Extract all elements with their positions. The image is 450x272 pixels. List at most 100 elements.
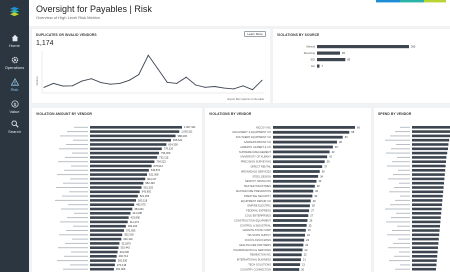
vendor-bar[interactable] [273,253,302,257]
spend-bar[interactable] [412,134,450,138]
spend-bar[interactable] [412,177,445,181]
vendor-bar[interactable] [273,170,320,173]
spend-bar[interactable] [412,246,438,249]
spend-bar[interactable] [412,156,447,159]
source-bar[interactable] [317,51,340,55]
vendor-bar[interactable] [273,248,303,252]
amount-bar[interactable] [90,138,171,142]
amount-bar[interactable] [90,255,117,258]
amount-bar[interactable] [90,199,136,202]
spend-bar[interactable] [412,138,450,142]
vendor-bar[interactable] [273,228,306,232]
vendor-bar[interactable] [273,268,300,271]
spend-bar[interactable] [412,216,441,219]
amount-bar[interactable] [90,216,129,219]
spend-bar[interactable] [412,151,448,155]
spend-bar[interactable] [412,126,450,129]
vendor-bar[interactable] [273,224,307,227]
spend-bar[interactable] [412,233,440,237]
vendor-bar[interactable] [273,243,304,247]
amount-bar[interactable] [90,134,176,138]
amount-bar[interactable] [90,203,135,206]
amount-bar[interactable] [90,130,180,133]
amount-bar[interactable] [90,143,167,146]
amount-bar[interactable] [90,220,128,224]
spend-bar[interactable] [412,250,438,254]
amount-bar[interactable] [90,190,140,194]
amount-bar[interactable] [90,156,158,159]
spend-bar[interactable] [412,263,437,267]
vendor-bar[interactable] [273,199,311,203]
amount-bar[interactable] [90,194,138,198]
amount-bar[interactable] [90,250,118,254]
source-bar[interactable] [317,64,320,68]
nav-risk[interactable]: Risk [0,78,29,100]
spend-bar[interactable] [412,194,443,198]
vendor-bar[interactable] [273,258,301,262]
vendor-bar[interactable] [273,135,343,139]
amount-bar[interactable] [90,169,149,172]
nav-value[interactable]: $ Value [0,100,29,122]
spend-bar[interactable] [412,160,446,163]
vendor-bar[interactable] [273,175,319,178]
vendor-bar[interactable] [273,194,313,198]
spend-bar[interactable] [412,259,437,262]
nav-home[interactable]: Home [0,34,29,56]
vendor-bar[interactable] [273,140,337,144]
amount-bar[interactable] [90,126,182,129]
app-logo-icon[interactable] [9,6,20,17]
amount-bar[interactable] [90,164,152,168]
vendor-bar[interactable] [273,219,308,222]
source-bar[interactable] [317,58,346,62]
amount-bar[interactable] [90,229,125,232]
spend-bar[interactable] [412,173,445,176]
source-bar[interactable] [317,45,409,49]
amount-bar[interactable] [90,263,115,267]
spend-bar[interactable] [412,143,449,146]
spend-bar[interactable] [412,203,442,206]
nav-operations[interactable]: Operations [0,56,29,78]
amount-bar[interactable] [90,233,123,237]
amount-bar[interactable] [90,259,116,262]
amount-bar[interactable] [90,177,146,181]
vendor-bar[interactable] [273,155,328,159]
spend-bar[interactable] [412,237,439,241]
amount-bar[interactable] [90,186,142,189]
export-note[interactable]: Export filter options on the table [228,98,264,101]
spend-bar[interactable] [412,267,436,271]
vendor-bar[interactable] [273,130,350,134]
vendor-bar[interactable] [273,214,309,217]
spend-bar[interactable] [412,130,450,133]
spend-bar[interactable] [412,224,440,228]
vendor-bar[interactable] [273,145,333,149]
amount-bar[interactable] [90,151,159,155]
amount-bar[interactable] [90,246,119,249]
amount-bar[interactable] [90,181,144,185]
vendor-bar[interactable] [273,179,317,183]
vendor-bar[interactable] [273,184,315,188]
amount-bar[interactable] [90,147,162,151]
vendor-bar[interactable] [273,238,305,242]
vendor-bar[interactable] [273,189,314,193]
vendor-bar[interactable] [273,233,305,237]
spend-bar[interactable] [412,207,442,211]
amount-bar[interactable] [90,173,148,176]
amount-bar[interactable] [90,224,126,228]
spend-bar[interactable] [412,164,446,168]
vendor-bar[interactable] [273,126,355,129]
amount-bar[interactable] [90,242,120,245]
spend-bar[interactable] [412,212,442,215]
spend-bar[interactable] [412,186,444,189]
amount-bar[interactable] [90,267,114,271]
spend-bar[interactable] [412,190,444,194]
amount-bar[interactable] [90,160,155,163]
vendor-bar[interactable] [273,150,330,154]
vendor-bar[interactable] [273,204,310,208]
vendor-bar[interactable] [273,263,301,266]
spend-bar[interactable] [412,199,443,202]
spend-bar[interactable] [412,220,441,224]
vendor-bar[interactable] [273,160,325,164]
spend-bar[interactable] [412,242,439,245]
vendor-bar[interactable] [273,165,323,168]
spend-bar[interactable] [412,147,448,151]
